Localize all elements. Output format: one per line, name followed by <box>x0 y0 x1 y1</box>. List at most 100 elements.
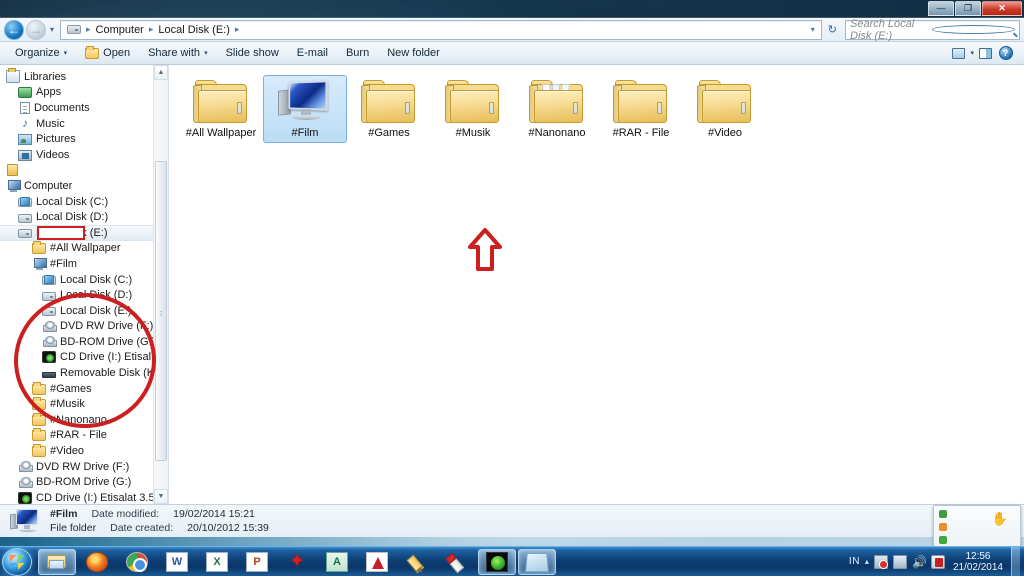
tree-item-local-disk-d[interactable]: Local Disk (D:) <box>0 209 168 225</box>
share-with-button[interactable]: Share with ▾ <box>139 45 217 61</box>
taskbar-button-sticky-notes[interactable] <box>518 548 556 575</box>
tree-item-local-disk-c[interactable]: Local Disk (C:) <box>0 194 168 210</box>
list-item[interactable]: #Video <box>683 75 767 143</box>
show-hidden-icons-button[interactable]: ▴ <box>865 557 869 566</box>
taskbar-button-firefox[interactable] <box>78 549 116 575</box>
navigation-pane[interactable]: Libraries Apps Documents ♪ Music Pictures Vide… <box>0 65 168 504</box>
list-item-label: #RAR - File <box>612 127 670 139</box>
tree-item-video[interactable]: #Video <box>0 443 168 459</box>
tree-item-apps[interactable]: Apps <box>0 85 168 101</box>
tree-item-pictures[interactable]: Pictures <box>0 131 168 147</box>
taskbar-button-winamp[interactable] <box>278 549 316 575</box>
chevron-down-icon[interactable]: ▾ <box>811 25 818 34</box>
taskbar-button-editor-app[interactable] <box>398 549 436 575</box>
computer-icon <box>6 179 21 193</box>
change-view-button[interactable] <box>950 45 967 61</box>
gadget-dot-1 <box>939 510 947 518</box>
tree-item-label: Local Disk (D:) <box>36 211 109 224</box>
preview-pane-button[interactable] <box>977 45 994 61</box>
window-controls: — ❐ ✕ <box>928 1 1022 16</box>
tree-item-dvd-rw-drive-f[interactable]: DVD RW Drive (F:) <box>0 459 168 475</box>
taskbar-button-autocad[interactable] <box>318 549 356 575</box>
tree-item-label: Pictures <box>36 133 76 146</box>
breadcrumb[interactable]: ▸ Computer ▸ Local Disk (E:) ▸ ▾ <box>60 19 822 40</box>
breadcrumb-separator[interactable]: ▸ <box>148 24 155 35</box>
tree-item-music[interactable]: ♪ Music <box>0 116 168 132</box>
tree-item-libraries[interactable]: Libraries <box>0 68 168 85</box>
drive-icon <box>18 229 32 239</box>
taskbar-button-microsoft-word[interactable] <box>158 549 196 575</box>
volume-icon[interactable]: 🔊 <box>912 555 927 569</box>
taskbar-button-google-chrome[interactable] <box>118 549 156 575</box>
list-item[interactable]: #Nanonano <box>515 75 599 143</box>
list-item[interactable]: #RAR - File <box>599 75 683 143</box>
email-button[interactable]: E-mail <box>288 45 337 61</box>
scroll-up-button[interactable]: ▲ <box>154 65 168 80</box>
display-icon[interactable] <box>892 554 907 569</box>
search-input[interactable]: Search Local Disk (E:) <box>845 18 1020 42</box>
scroll-down-button[interactable]: ▼ <box>154 489 168 504</box>
organize-button[interactable]: Organize ▾ <box>6 45 76 61</box>
help-button[interactable]: ? <box>997 45 1014 61</box>
windows-start-orb[interactable] <box>2 547 32 576</box>
slide-show-button[interactable]: Slide show <box>217 45 288 61</box>
open-label: Open <box>103 47 131 59</box>
tree-item-redacted[interactable] <box>0 163 168 179</box>
file-list-pane[interactable]: #All Wallpaper #Film #Games #Musik #Nanonano… <box>169 65 1024 504</box>
show-desktop-button[interactable] <box>1011 546 1020 576</box>
list-item[interactable]: #Games <box>347 75 431 143</box>
burn-button[interactable]: Burn <box>337 45 378 61</box>
taskbar-button-media-player[interactable] <box>478 548 516 575</box>
minimize-button[interactable]: — <box>928 1 954 16</box>
folder-icon <box>85 45 100 59</box>
taskbar-button-adobe-acrobat[interactable] <box>358 549 396 575</box>
apps-folder-icon <box>18 87 32 99</box>
tree-item-rar-file[interactable]: #RAR - File <box>0 428 168 444</box>
forward-arrow-icon[interactable]: → <box>26 19 46 40</box>
open-button[interactable]: Open <box>76 45 139 61</box>
new-folder-button[interactable]: New folder <box>378 45 449 61</box>
taskbar-button-windows-explorer[interactable] <box>38 548 76 575</box>
tree-item-label: Videos <box>36 148 70 161</box>
nav-pane-scrollbar[interactable]: ▲ ▼ <box>153 65 168 504</box>
maximize-button[interactable]: ❐ <box>955 1 981 16</box>
taskbar-button-microsoft-excel[interactable] <box>198 549 236 575</box>
tree-item-film[interactable]: #Film <box>0 256 168 272</box>
close-button[interactable]: ✕ <box>982 1 1022 16</box>
clock[interactable]: 12:56 21/02/2014 <box>950 551 1006 573</box>
tree-item-bd-rom-drive-g[interactable]: BD-ROM Drive (G:) <box>0 474 168 490</box>
tree-item-local-disk-c[interactable]: Local Disk (C:) <box>0 272 168 288</box>
computer-icon <box>10 508 40 534</box>
list-item[interactable]: #Musik <box>431 75 515 143</box>
refresh-icon[interactable]: ↻ <box>824 23 841 36</box>
folder-icon <box>32 444 46 458</box>
tree-item-label: Libraries <box>24 70 67 83</box>
taskbar-button-microsoft-powerpoint[interactable] <box>238 549 276 575</box>
scrollbar-thumb[interactable] <box>155 161 167 461</box>
back-arrow-icon[interactable]: ← <box>4 19 24 40</box>
network-icon[interactable] <box>873 554 888 569</box>
list-item-label: #Video <box>707 127 743 139</box>
taskbar-button-notes-app[interactable] <box>438 549 476 575</box>
breadcrumb-computer[interactable]: Computer <box>93 23 147 37</box>
tree-item-all-wallpaper[interactable]: #All Wallpaper <box>0 241 168 257</box>
tree-item-cd-drive-i-etisalat-3-5g[interactable]: CD Drive (I:) Etisalat 3.5G <box>0 490 168 504</box>
language-indicator[interactable]: IN <box>849 556 860 567</box>
gadget-panel[interactable]: ✋ <box>933 505 1021 548</box>
tree-item-videos[interactable]: Videos <box>0 147 168 163</box>
breadcrumb-separator-trailing[interactable]: ▸ <box>234 24 241 35</box>
tree-item-computer[interactable]: Computer <box>0 178 168 194</box>
view-chevron-down-icon[interactable]: ▾ <box>970 49 974 57</box>
list-item[interactable]: #Film <box>263 75 347 143</box>
tree-item-label: CD Drive (I:) Etisalat 3.5G <box>36 491 164 504</box>
tree-item-documents[interactable]: Documents <box>0 100 168 116</box>
security-icon[interactable] <box>930 554 945 569</box>
breadcrumb-local-disk-e[interactable]: Local Disk (E:) <box>155 23 233 37</box>
videos-icon <box>18 149 32 161</box>
title-bar[interactable]: — ❐ ✕ <box>0 0 1024 18</box>
history-dropdown-icon[interactable]: ▾ <box>48 25 56 34</box>
up-arrow-annotation <box>468 228 502 271</box>
acad-icon <box>326 551 348 572</box>
list-item[interactable]: #All Wallpaper <box>179 75 263 143</box>
hand-icon[interactable]: ✋ <box>992 511 1008 527</box>
